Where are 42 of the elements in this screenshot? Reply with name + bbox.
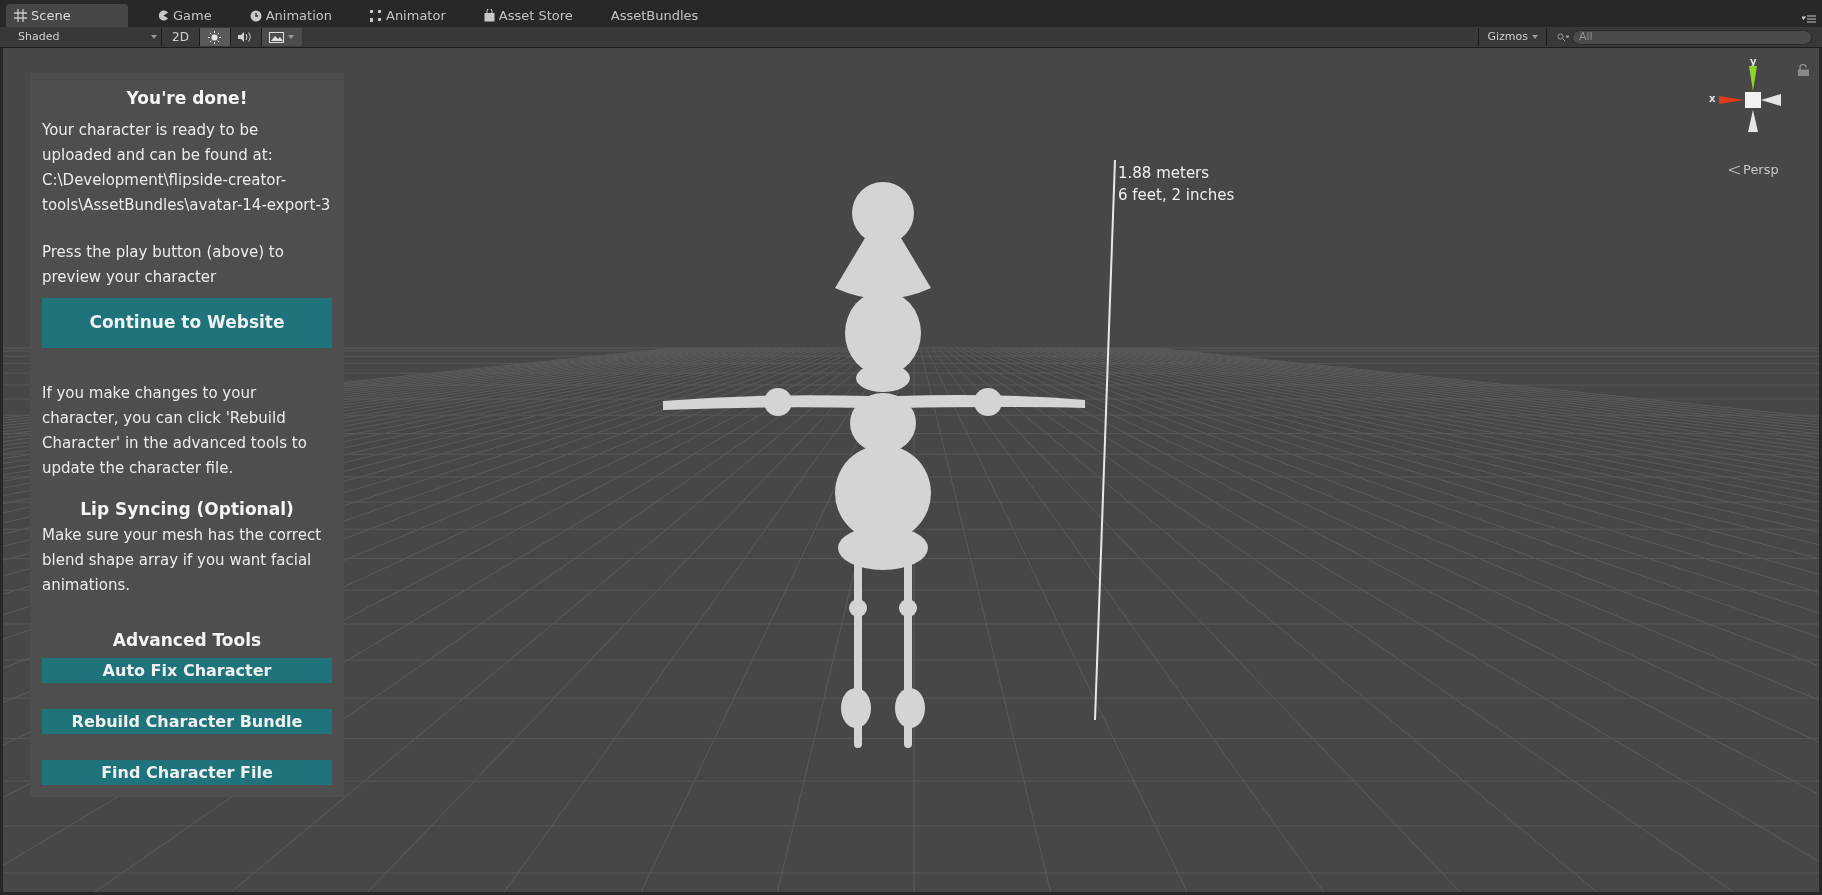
editor-tab[interactable]: Asset Store (475, 4, 581, 27)
editor-tab[interactable]: Scene (6, 4, 128, 27)
clock-icon (249, 9, 262, 22)
perspective-toggle[interactable]: Persp (1728, 160, 1779, 180)
editor-tab[interactable]: Animator (362, 4, 454, 27)
height-label: 6 feet, 2 inches (1118, 185, 1235, 206)
advanced-tool-button[interactable]: Auto Fix Character (42, 658, 332, 683)
caret-icon (288, 35, 295, 39)
axis-label: x (1709, 92, 1716, 106)
search-field[interactable]: All (1572, 29, 1812, 45)
nodes-icon (370, 9, 382, 22)
pacman-icon (158, 10, 169, 21)
lighting-toggle[interactable] (199, 28, 231, 46)
perspective-icon (1728, 164, 1740, 175)
grid-icon (14, 9, 27, 22)
caret-icon (151, 35, 157, 39)
rebuild-text: If you make changes to your character, you can click 'Rebuild Character' in the advanced tools to update the character file. (42, 383, 308, 479)
sun-icon (208, 30, 222, 44)
search-icon (1557, 32, 1569, 42)
panel-title: You're done! (125, 87, 249, 110)
editor-tab[interactable]: AssetBundles (602, 4, 707, 27)
section-title: Lip Syncing (Optional) (79, 498, 295, 521)
axis-gizmo-drawing[interactable] (1719, 66, 1781, 132)
caret-icon (1532, 35, 1538, 39)
play-text: Press the play button (above) to preview your character (42, 242, 285, 288)
scene-viewport[interactable] (0, 48, 1822, 895)
speaker-icon (238, 31, 254, 43)
shopping-bag-icon (483, 9, 495, 22)
advanced-tool-button[interactable]: Rebuild Character Bundle (42, 709, 332, 734)
effects-dropdown[interactable] (261, 28, 302, 46)
lock-icon[interactable] (1798, 64, 1809, 76)
continue-website-button[interactable]: Continue to Website (42, 298, 332, 348)
image-icon (269, 31, 285, 43)
menu-icon[interactable] (1802, 15, 1816, 23)
height-label: 1.88 meters (1118, 163, 1211, 184)
editor-tab[interactable]: Game (150, 4, 220, 27)
section-title: Advanced Tools (111, 629, 263, 652)
gizmos-dropdown[interactable]: Gizmos (1478, 28, 1547, 46)
editor-tab[interactable]: Animation (241, 4, 340, 27)
lip-sync-text: Make sure your mesh has the correct blend shape array if you want facial animations. (42, 525, 323, 596)
advanced-tool-button[interactable]: Find Character File (42, 760, 332, 785)
ready-text: Your character is ready to be uploaded and can be found at: C:\Development\flipside-creator-tools\AssetBundles\avatar-14-export-3 (42, 120, 332, 216)
